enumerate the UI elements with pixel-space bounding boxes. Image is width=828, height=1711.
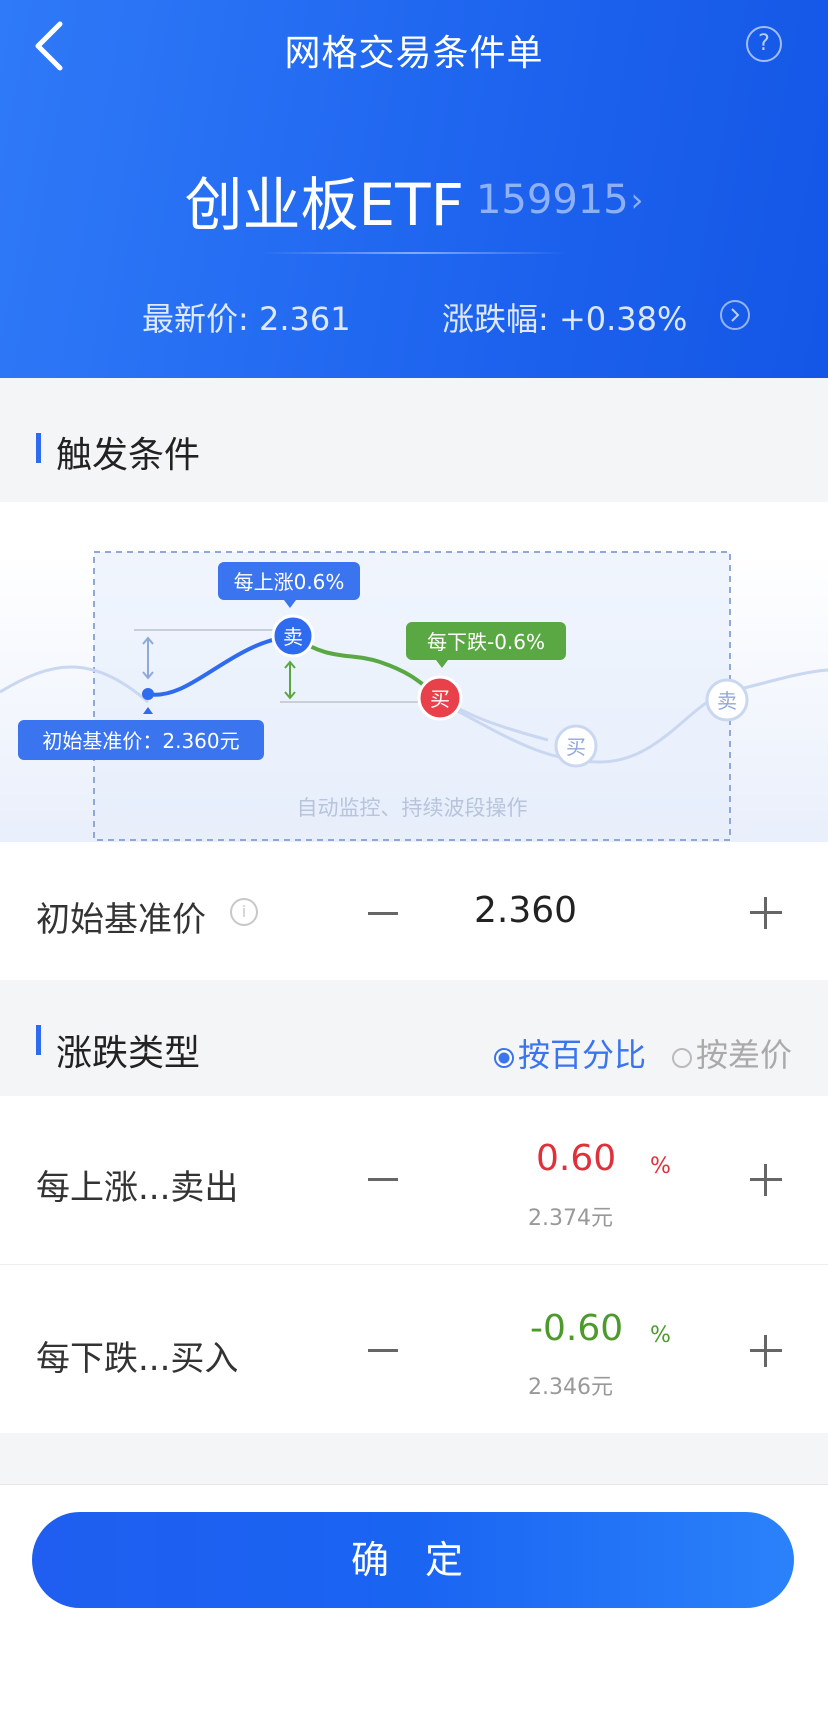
trigger-section-title: 触发条件 bbox=[56, 435, 201, 476]
base-price-label: 初始基准价 bbox=[36, 900, 206, 940]
radio-percentage-label: 按百分比 bbox=[518, 1036, 647, 1074]
base-tag-text: 初始基准价：2.360元 bbox=[42, 729, 239, 753]
chevron-right-icon: › bbox=[630, 181, 644, 219]
radio-price-difference-label: 按差价 bbox=[696, 1036, 793, 1074]
rise-sell-row: 每上涨...卖出 0.60 % 2.374元 bbox=[0, 1096, 828, 1265]
sell-node-label: 卖 bbox=[283, 625, 303, 649]
trigger-section-header: 触发条件 bbox=[0, 378, 828, 488]
header: 网格交易条件单 ? 创业板ETF 159915› 最新价: 2.361 涨跌幅: … bbox=[0, 0, 828, 378]
page-title: 网格交易条件单 bbox=[284, 33, 544, 74]
change-type-title: 涨跌类型 bbox=[56, 1033, 201, 1074]
stock-selector[interactable]: 创业板ETF 159915› bbox=[0, 158, 828, 242]
fall-buy-price: 2.346元 bbox=[528, 1375, 613, 1400]
diagram-svg: 卖 买 买 卖 每上涨0.6% 每下跌-0.6% 初始基准价：2.360元 自动… bbox=[0, 551, 828, 842]
radio-unselected-icon bbox=[672, 1048, 692, 1068]
change-percent: 涨跌幅: +0.38% bbox=[442, 300, 688, 338]
stock-name: 创业板ETF bbox=[184, 171, 464, 239]
base-price-plus-button[interactable] bbox=[750, 897, 782, 929]
diagram-caption: 自动监控、持续波段操作 bbox=[297, 796, 528, 820]
rise-sell-value[interactable]: 0.60 bbox=[536, 1138, 616, 1179]
fall-buy-value[interactable]: -0.60 bbox=[530, 1308, 623, 1349]
circle-chevron-right-icon[interactable] bbox=[720, 300, 750, 330]
stock-code: 159915 bbox=[475, 177, 629, 223]
section-accent-bar bbox=[36, 433, 41, 463]
confirm-button[interactable]: 确 定 bbox=[32, 1512, 794, 1608]
rise-tag-text: 每上涨0.6% bbox=[234, 570, 345, 594]
fall-buy-unit: % bbox=[650, 1323, 671, 1348]
base-price-row: 初始基准价 i 2.360 bbox=[0, 842, 828, 980]
rise-sell-price: 2.374元 bbox=[528, 1206, 613, 1231]
fall-tag-text: 每下跌-0.6% bbox=[427, 630, 545, 654]
radio-percentage[interactable]: 按百分比 bbox=[494, 1030, 646, 1076]
header-divider bbox=[262, 252, 566, 254]
fall-buy-minus-button[interactable] bbox=[368, 1349, 398, 1352]
grid-trading-diagram: 卖 买 买 卖 每上涨0.6% 每下跌-0.6% 初始基准价：2.360元 自动… bbox=[0, 502, 828, 842]
help-icon[interactable]: ? bbox=[746, 26, 782, 62]
rise-sell-minus-button[interactable] bbox=[368, 1178, 398, 1181]
rise-sell-unit: % bbox=[650, 1154, 671, 1179]
buy-node-label: 买 bbox=[430, 687, 450, 711]
info-icon[interactable]: i bbox=[230, 898, 258, 926]
latest-price: 最新价: 2.361 bbox=[142, 300, 351, 338]
buy-node-faint-label: 买 bbox=[566, 735, 586, 759]
base-price-minus-button[interactable] bbox=[368, 912, 398, 915]
fall-buy-label: 每下跌...买入 bbox=[36, 1339, 239, 1379]
sell-node-faint-label: 卖 bbox=[717, 689, 737, 713]
radio-price-difference[interactable]: 按差价 bbox=[672, 1030, 792, 1076]
rise-sell-label: 每上涨...卖出 bbox=[36, 1168, 239, 1208]
radio-selected-icon bbox=[494, 1048, 514, 1068]
rise-sell-plus-button[interactable] bbox=[750, 1164, 782, 1196]
section-accent-bar bbox=[36, 1025, 41, 1055]
base-price-value[interactable]: 2.360 bbox=[474, 890, 674, 931]
fall-buy-plus-button[interactable] bbox=[750, 1335, 782, 1367]
fall-buy-row: 每下跌...买入 -0.60 % 2.346元 bbox=[0, 1265, 828, 1433]
